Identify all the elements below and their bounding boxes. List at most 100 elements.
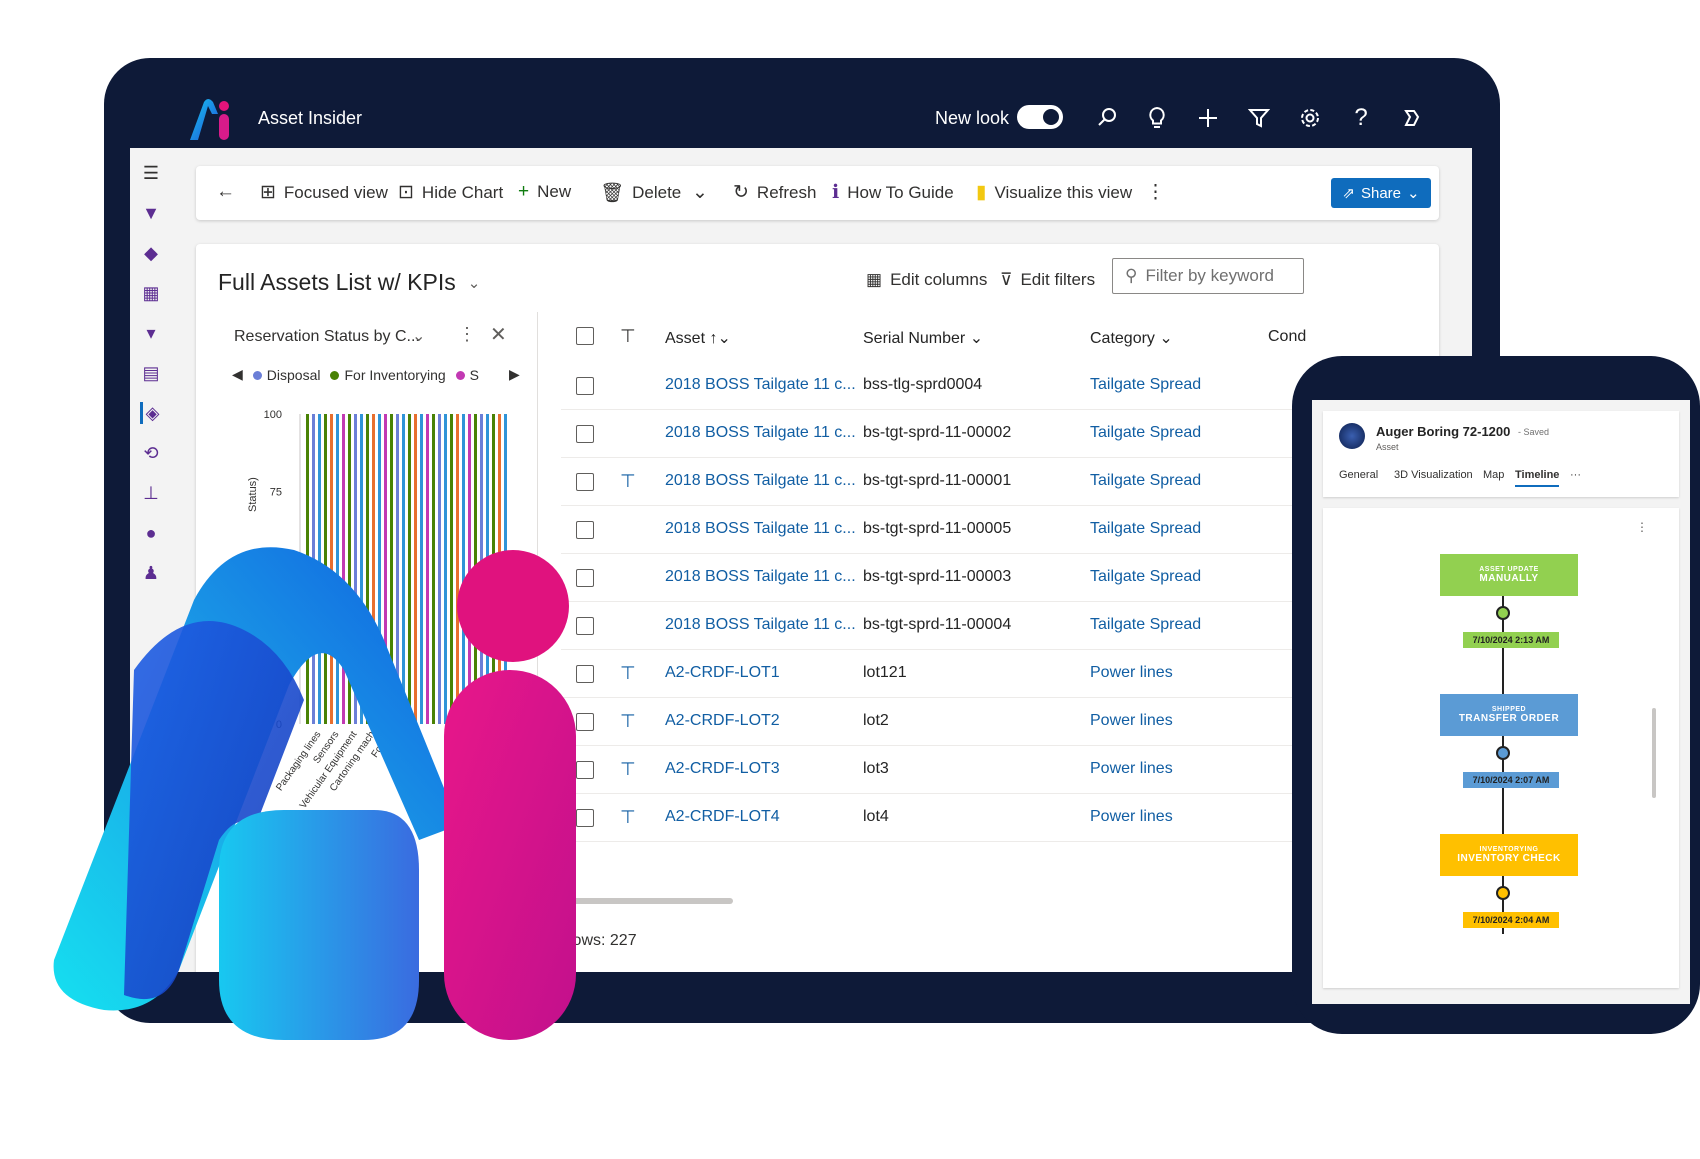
column-header-category[interactable]: Category ⌄: [1090, 328, 1173, 348]
new-button[interactable]: + New: [518, 181, 571, 203]
category-link[interactable]: Tailgate Spread: [1090, 472, 1201, 490]
category-link[interactable]: Power lines: [1090, 712, 1173, 730]
more-vertical-icon[interactable]: ⋮: [458, 324, 476, 345]
row-checkbox[interactable]: [576, 425, 594, 443]
hide-chart-button[interactable]: ⊡ Hide Chart: [398, 181, 503, 204]
asset-link[interactable]: 2018 BOSS Tailgate 11 c...: [665, 376, 856, 394]
close-icon[interactable]: ✕: [490, 322, 507, 347]
tab-timeline[interactable]: Timeline: [1515, 469, 1560, 487]
asset-link[interactable]: A2-CRDF-LOT4: [665, 808, 780, 826]
serial-number-cell: bs-tgt-sprd-11-00003: [863, 568, 1012, 585]
asset-link[interactable]: A2-CRDF-LOT1: [665, 664, 780, 682]
tab-map[interactable]: Map: [1483, 469, 1504, 481]
tab-general[interactable]: General: [1339, 469, 1378, 481]
column-header-cond[interactable]: Cond: [1268, 328, 1306, 346]
view-selector[interactable]: Full Assets List w/ KPIs ⌄: [218, 269, 480, 296]
asset-link[interactable]: A2-CRDF-LOT3: [665, 760, 780, 778]
category-link[interactable]: Tailgate Spread: [1090, 568, 1201, 586]
category-link[interactable]: Power lines: [1090, 808, 1173, 826]
timeline-event[interactable]: ASSET UPDATE MANUALLY: [1440, 554, 1578, 596]
edit-filters-button[interactable]: ⊽ Edit filters: [1000, 270, 1095, 290]
tab-more[interactable]: ···: [1570, 469, 1581, 481]
overflow-button[interactable]: ⋮: [1146, 181, 1165, 204]
row-checkbox[interactable]: [576, 377, 594, 395]
new-look-toggle[interactable]: [1017, 105, 1063, 129]
copilot-icon[interactable]: [1396, 102, 1428, 134]
asset-link[interactable]: 2018 BOSS Tailgate 11 c...: [665, 616, 856, 634]
serial-number-cell: lot121: [863, 664, 907, 681]
back-button[interactable]: ←: [216, 181, 235, 203]
cart-icon[interactable]: ▼: [140, 202, 162, 224]
category-link[interactable]: Tailgate Spread: [1090, 520, 1201, 538]
list-icon[interactable]: ▤: [140, 362, 162, 384]
category-link[interactable]: Power lines: [1090, 664, 1173, 682]
vertical-scrollbar[interactable]: [1652, 708, 1656, 798]
visualize-button[interactable]: ▮ Visualize this view: [976, 181, 1132, 204]
asset-insider-logo[interactable]: [186, 94, 236, 144]
category-link[interactable]: Tailgate Spread: [1090, 376, 1201, 394]
store-icon[interactable]: ▦: [140, 282, 162, 304]
legend-item[interactable]: Disposal: [252, 367, 320, 383]
layers-icon[interactable]: ◈: [140, 402, 162, 424]
hierarchy-icon[interactable]: ⊥: [140, 482, 162, 504]
more-vertical-icon[interactable]: ⋮: [1636, 520, 1648, 534]
help-icon[interactable]: ?: [1345, 102, 1377, 134]
chevron-down-icon: ⌄: [1407, 185, 1420, 202]
hierarchy-icon[interactable]: ⊤: [620, 711, 636, 732]
view-title: Full Assets List w/ KPIs: [218, 269, 456, 295]
how-to-guide-button[interactable]: ℹ How To Guide: [832, 181, 954, 204]
serial-number-cell: bss-tlg-sprd0004: [863, 376, 983, 393]
legend-prev-icon[interactable]: ◀: [232, 366, 243, 383]
asset-link[interactable]: 2018 BOSS Tailgate 11 c...: [665, 568, 856, 586]
filter-icon[interactable]: [1243, 102, 1275, 134]
gear-icon[interactable]: [1294, 102, 1326, 134]
delete-button[interactable]: 🗑 Delete: [600, 181, 681, 205]
edit-columns-button[interactable]: ▦ Edit columns: [866, 270, 987, 290]
chart-title[interactable]: Reservation Status by C...: [234, 328, 420, 346]
hamburger-icon[interactable]: ☰: [140, 162, 162, 184]
plus-icon[interactable]: [1192, 102, 1224, 134]
timeline-node: [1496, 886, 1510, 900]
hierarchy-icon[interactable]: ⊤: [620, 663, 636, 684]
column-header-serial[interactable]: Serial Number ⌄: [863, 328, 983, 348]
asset-link[interactable]: 2018 BOSS Tailgate 11 c...: [665, 472, 856, 490]
timeline-node: [1496, 746, 1510, 760]
focused-view-button[interactable]: ⊞ Focused view: [260, 181, 388, 204]
hierarchy-icon[interactable]: ⊤: [620, 471, 636, 492]
app-title[interactable]: Asset Insider: [258, 108, 362, 129]
hierarchy-icon[interactable]: ⊤: [620, 759, 636, 780]
category-link[interactable]: Power lines: [1090, 760, 1173, 778]
legend-item[interactable]: S: [455, 367, 479, 383]
keyword-filter-input[interactable]: ⚲ Filter by keyword: [1112, 258, 1304, 294]
lightbulb-icon[interactable]: [1141, 102, 1173, 134]
serial-number-cell: bs-tgt-sprd-11-00002: [863, 424, 1012, 441]
handshake-icon[interactable]: ▾: [140, 322, 162, 344]
tab-3d-visualization[interactable]: 3D Visualization: [1394, 469, 1473, 481]
legend-next-icon[interactable]: ▶: [509, 366, 520, 383]
share-button[interactable]: ⇗ Share ⌄: [1331, 178, 1431, 208]
refresh-button[interactable]: ↻ Refresh: [733, 181, 816, 204]
asset-link[interactable]: 2018 BOSS Tailgate 11 c...: [665, 520, 856, 538]
timeline-event[interactable]: SHIPPED TRANSFER ORDER: [1440, 694, 1578, 736]
asset-link[interactable]: A2-CRDF-LOT2: [665, 712, 780, 730]
category-link[interactable]: Tailgate Spread: [1090, 424, 1201, 442]
asset-link[interactable]: 2018 BOSS Tailgate 11 c...: [665, 424, 856, 442]
hide-chart-label: Hide Chart: [421, 182, 504, 202]
tag-icon[interactable]: ◆: [140, 242, 162, 264]
power-bi-icon: ▮: [976, 182, 987, 203]
search-icon[interactable]: [1091, 102, 1123, 134]
category-link[interactable]: Tailgate Spread: [1090, 616, 1201, 634]
hierarchy-icon[interactable]: ⊤: [620, 807, 636, 828]
column-header-asset[interactable]: Asset ↑⌄: [665, 328, 731, 348]
select-all-checkbox[interactable]: [576, 327, 594, 345]
chevron-down-icon[interactable]: ⌄: [412, 326, 425, 346]
timeline-event[interactable]: INVENTORYING INVENTORY CHECK: [1440, 834, 1578, 876]
recycle-icon[interactable]: ⟲: [140, 442, 162, 464]
row-checkbox[interactable]: [576, 473, 594, 491]
legend-item[interactable]: For Inventorying: [330, 367, 446, 383]
timeline-date: 7/10/2024 2:13 AM: [1463, 632, 1559, 648]
row-checkbox[interactable]: [576, 521, 594, 539]
serial-number-cell: lot4: [863, 808, 889, 825]
more-commands-chevron[interactable]: ⌄: [692, 181, 708, 204]
command-bar: ← ⊞ Focused view ⊡ Hide Chart + New 🗑 Delete…: [196, 166, 1439, 220]
